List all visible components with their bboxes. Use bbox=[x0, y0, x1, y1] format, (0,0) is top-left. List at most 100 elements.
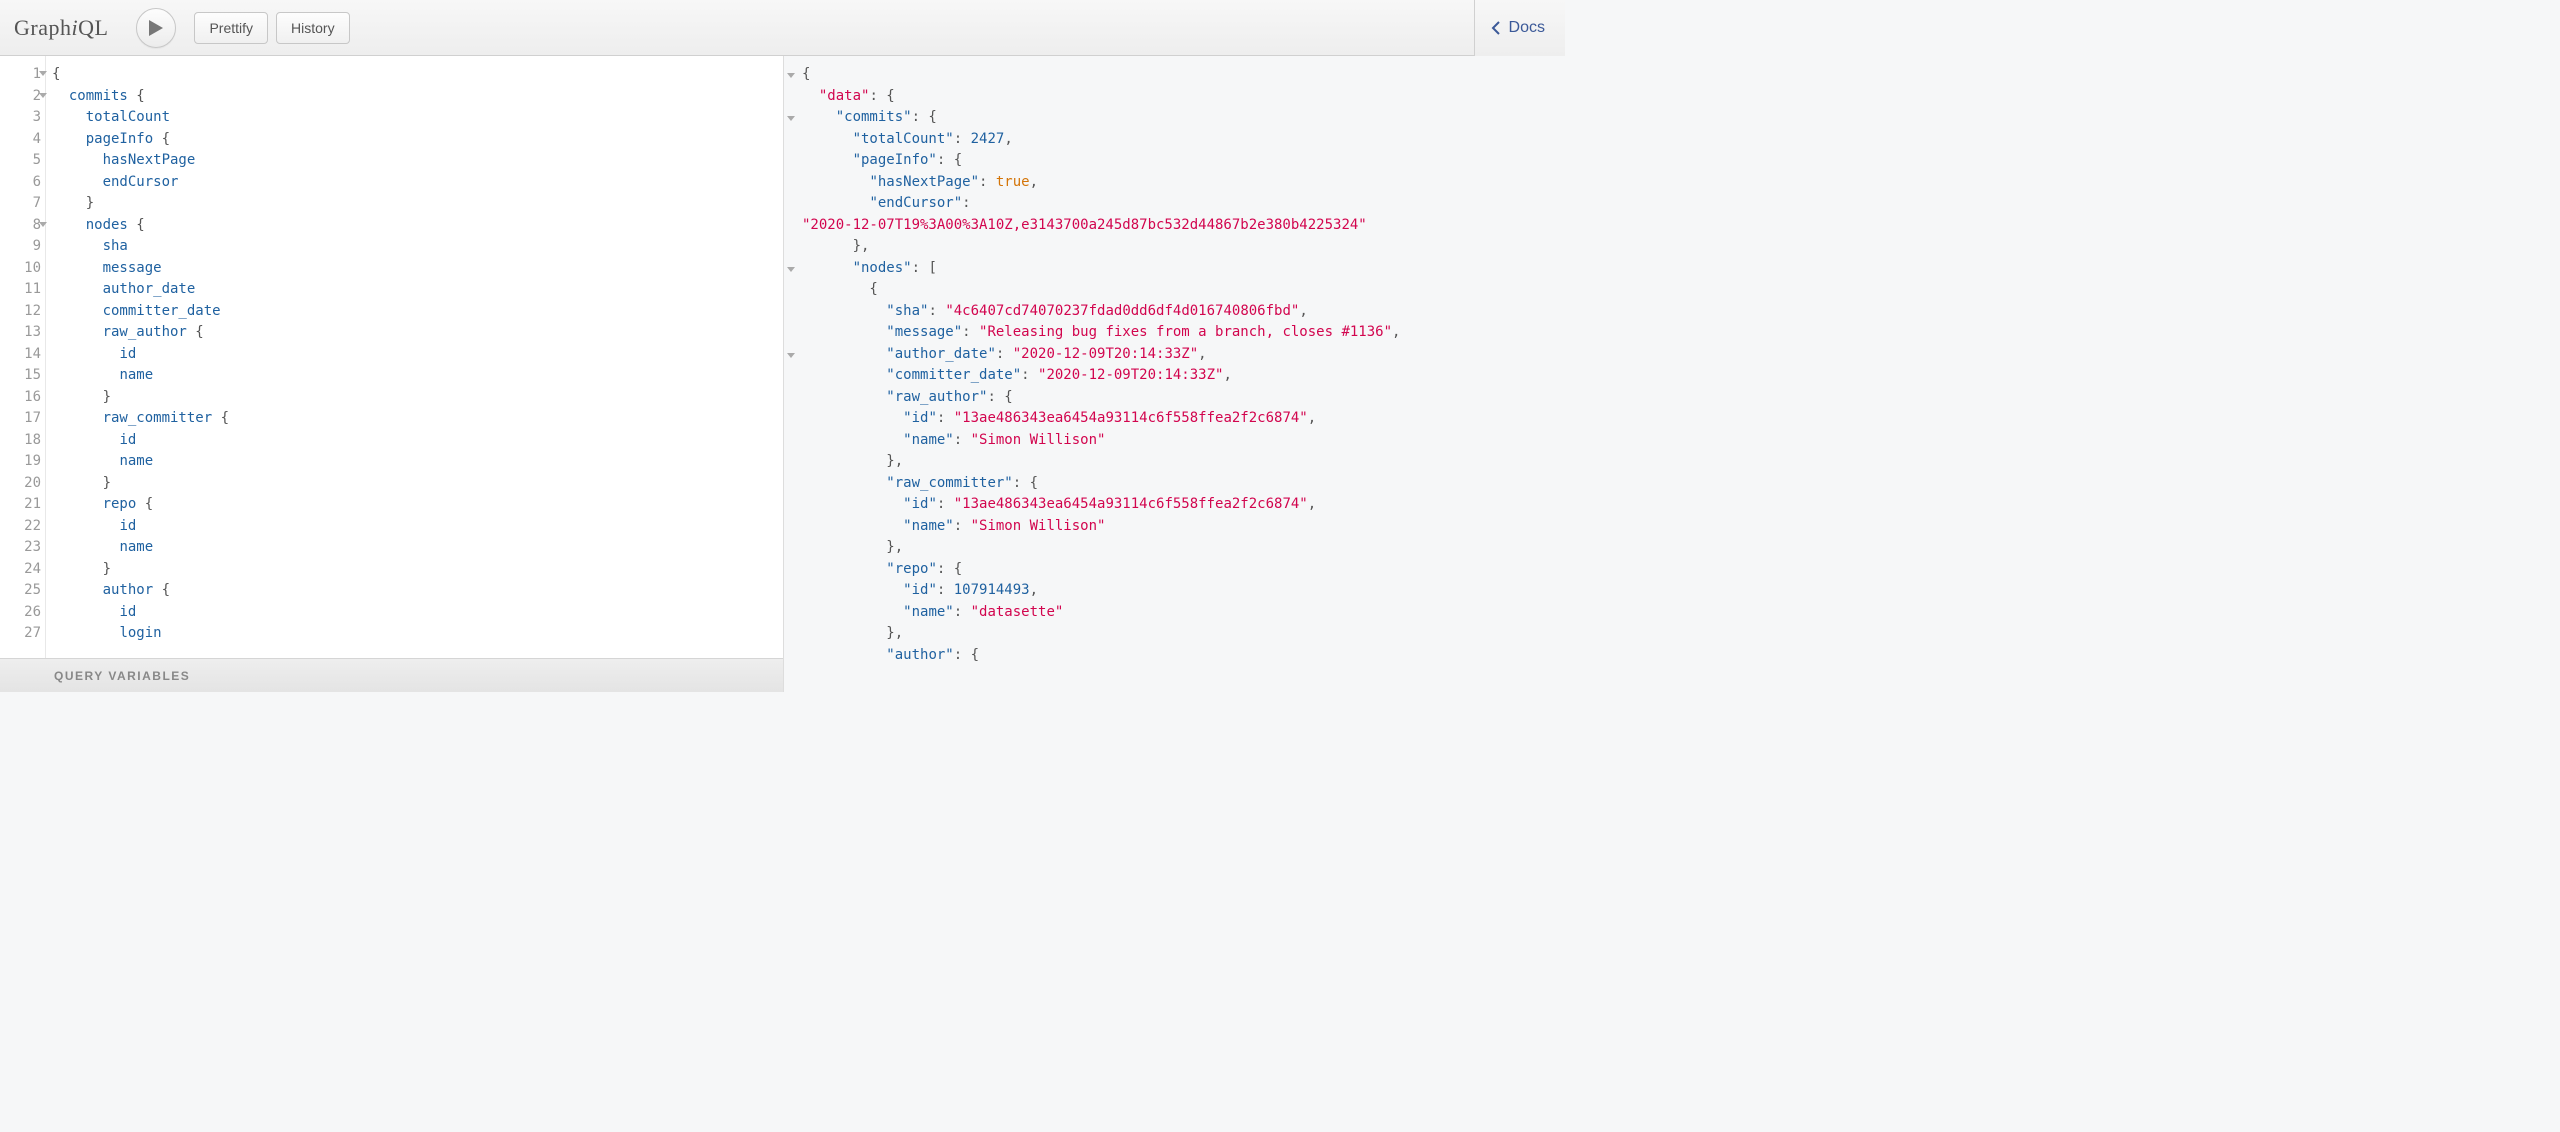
result-line: { bbox=[802, 64, 1565, 86]
code-line: committer_date bbox=[52, 301, 783, 323]
result-line: "id": 107914493, bbox=[802, 580, 1565, 602]
result-line: "id": "13ae486343ea6454a93114c6f558ffea2… bbox=[802, 408, 1565, 430]
result-fold-gutter bbox=[784, 56, 798, 692]
query-editor[interactable]: 1234567891011121314151617181920212223242… bbox=[0, 56, 783, 658]
result-line: "author": { bbox=[802, 645, 1565, 667]
line-number: 4 bbox=[0, 129, 45, 151]
line-number: 7 bbox=[0, 193, 45, 215]
fold-arrow-icon[interactable] bbox=[787, 353, 795, 358]
code-line: id bbox=[52, 430, 783, 452]
history-button[interactable]: History bbox=[276, 12, 350, 44]
code-line: raw_author { bbox=[52, 322, 783, 344]
line-number-gutter: 1234567891011121314151617181920212223242… bbox=[0, 56, 46, 658]
result-line: }, bbox=[802, 451, 1565, 473]
code-line: repo { bbox=[52, 494, 783, 516]
line-number: 8 bbox=[0, 215, 45, 237]
result-line: }, bbox=[802, 236, 1565, 258]
code-line: name bbox=[52, 451, 783, 473]
line-number: 5 bbox=[0, 150, 45, 172]
code-line: totalCount bbox=[52, 107, 783, 129]
execute-button[interactable] bbox=[136, 8, 176, 48]
query-editor-pane: 1234567891011121314151617181920212223242… bbox=[0, 56, 784, 692]
code-line: author { bbox=[52, 580, 783, 602]
code-line: pageInfo { bbox=[52, 129, 783, 151]
code-line: id bbox=[52, 344, 783, 366]
line-number: 27 bbox=[0, 623, 45, 645]
query-variables-label: Query Variables bbox=[54, 669, 190, 683]
line-number: 3 bbox=[0, 107, 45, 129]
fold-arrow-icon[interactable] bbox=[787, 267, 795, 272]
editor-panes: 1234567891011121314151617181920212223242… bbox=[0, 56, 1565, 692]
docs-button[interactable]: Docs bbox=[1474, 0, 1565, 56]
code-line: commits { bbox=[52, 86, 783, 108]
code-line: message bbox=[52, 258, 783, 280]
line-number: 1 bbox=[0, 64, 45, 86]
fold-arrow-icon[interactable] bbox=[787, 73, 795, 78]
result-line: "commits": { bbox=[802, 107, 1565, 129]
fold-arrow-icon[interactable] bbox=[39, 93, 47, 98]
result-line: "author_date": "2020-12-09T20:14:33Z", bbox=[802, 344, 1565, 366]
query-variables-bar[interactable]: Query Variables bbox=[0, 658, 783, 692]
code-line: id bbox=[52, 516, 783, 538]
query-code-area[interactable]: { commits { totalCount pageInfo { hasNex… bbox=[46, 56, 783, 658]
code-line: } bbox=[52, 473, 783, 495]
result-line: "pageInfo": { bbox=[802, 150, 1565, 172]
code-line: } bbox=[52, 559, 783, 581]
result-line: "endCursor": bbox=[802, 193, 1565, 215]
result-line: "name": "Simon Willison" bbox=[802, 430, 1565, 452]
line-number: 22 bbox=[0, 516, 45, 538]
line-number: 18 bbox=[0, 430, 45, 452]
code-line: } bbox=[52, 193, 783, 215]
line-number: 26 bbox=[0, 602, 45, 624]
code-line: nodes { bbox=[52, 215, 783, 237]
line-number: 17 bbox=[0, 408, 45, 430]
line-number: 23 bbox=[0, 537, 45, 559]
result-line: { bbox=[802, 279, 1565, 301]
result-code-area[interactable]: { "data": { "commits": { "totalCount": 2… bbox=[784, 56, 1565, 666]
line-number: 12 bbox=[0, 301, 45, 323]
result-line: "2020-12-07T19%3A00%3A10Z,e3143700a245d8… bbox=[802, 215, 1565, 237]
result-line: "id": "13ae486343ea6454a93114c6f558ffea2… bbox=[802, 494, 1565, 516]
line-number: 9 bbox=[0, 236, 45, 258]
result-line: "name": "datasette" bbox=[802, 602, 1565, 624]
code-line: author_date bbox=[52, 279, 783, 301]
code-line: name bbox=[52, 365, 783, 387]
result-line: "sha": "4c6407cd74070237fdad0dd6df4d0167… bbox=[802, 301, 1565, 323]
play-icon bbox=[149, 20, 163, 36]
chevron-left-icon bbox=[1491, 21, 1501, 35]
fold-arrow-icon[interactable] bbox=[787, 116, 795, 121]
result-line: "name": "Simon Willison" bbox=[802, 516, 1565, 538]
result-line: "raw_committer": { bbox=[802, 473, 1565, 495]
result-line: "repo": { bbox=[802, 559, 1565, 581]
line-number: 11 bbox=[0, 279, 45, 301]
graphiql-logo: GraphiQL bbox=[14, 15, 108, 41]
fold-arrow-icon[interactable] bbox=[39, 222, 47, 227]
line-number: 15 bbox=[0, 365, 45, 387]
line-number: 13 bbox=[0, 322, 45, 344]
line-number: 19 bbox=[0, 451, 45, 473]
fold-arrow-icon[interactable] bbox=[39, 71, 47, 76]
result-line: "message": "Releasing bug fixes from a b… bbox=[802, 322, 1565, 344]
code-line: { bbox=[52, 64, 783, 86]
result-line: "data": { bbox=[802, 86, 1565, 108]
result-pane: { "data": { "commits": { "totalCount": 2… bbox=[784, 56, 1565, 692]
line-number: 20 bbox=[0, 473, 45, 495]
line-number: 25 bbox=[0, 580, 45, 602]
code-line: hasNextPage bbox=[52, 150, 783, 172]
result-line: "committer_date": "2020-12-09T20:14:33Z"… bbox=[802, 365, 1565, 387]
toolbar: GraphiQL Prettify History Docs bbox=[0, 0, 1565, 56]
line-number: 16 bbox=[0, 387, 45, 409]
code-line: id bbox=[52, 602, 783, 624]
line-number: 14 bbox=[0, 344, 45, 366]
result-line: }, bbox=[802, 623, 1565, 645]
code-line: name bbox=[52, 537, 783, 559]
result-line: }, bbox=[802, 537, 1565, 559]
result-line: "totalCount": 2427, bbox=[802, 129, 1565, 151]
code-line: raw_committer { bbox=[52, 408, 783, 430]
line-number: 2 bbox=[0, 86, 45, 108]
result-line: "hasNextPage": true, bbox=[802, 172, 1565, 194]
prettify-button[interactable]: Prettify bbox=[194, 12, 268, 44]
line-number: 10 bbox=[0, 258, 45, 280]
result-line: "nodes": [ bbox=[802, 258, 1565, 280]
line-number: 6 bbox=[0, 172, 45, 194]
